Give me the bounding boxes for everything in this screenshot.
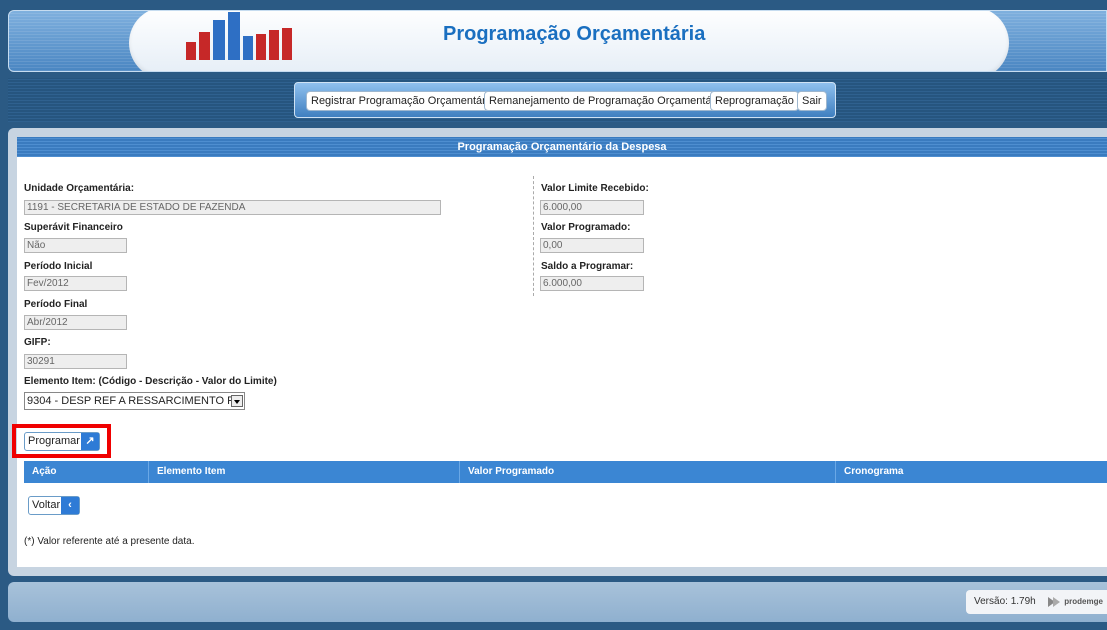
- column-divider: [533, 176, 534, 296]
- bar-chart-logo-icon: [186, 12, 292, 60]
- saldo-field: 6.000,00: [540, 276, 644, 291]
- nav-remanejamento-button[interactable]: Remanejamento de Programação Orçamentári…: [484, 91, 729, 111]
- panel-title: Programação Orçamentário da Despesa: [17, 137, 1107, 157]
- voltar-button-label: Voltar: [32, 499, 61, 511]
- grid-col-elemento-item[interactable]: Elemento Item: [148, 461, 459, 483]
- voltar-button[interactable]: Voltar ‹: [28, 496, 80, 515]
- grid-col-cronograma[interactable]: Cronograma: [835, 461, 1107, 483]
- elemento-item-label: Elemento Item: (Código - Descrição - Val…: [24, 376, 277, 387]
- elemento-item-select[interactable]: 9304 - DESP REF A RESSARCIMENTO PR: [24, 392, 245, 410]
- programar-button-label: Programar: [28, 435, 80, 447]
- prodemge-label: prodemge: [1064, 597, 1103, 607]
- programado-field: 0,00: [540, 238, 644, 253]
- version-label: Versão: 1.79h: [974, 596, 1036, 607]
- limite-field: 6.000,00: [540, 200, 644, 215]
- programado-label: Valor Programado:: [541, 222, 631, 233]
- chevron-down-icon[interactable]: [231, 395, 243, 407]
- arrow-up-right-icon: ↗: [81, 433, 99, 450]
- nav-registrar-button[interactable]: Registrar Programação Orçamentária: [306, 91, 500, 111]
- periodo-final-label: Período Final: [24, 299, 88, 310]
- elemento-item-value: 9304 - DESP REF A RESSARCIMENTO PR: [27, 395, 243, 407]
- gifp-label: GIFP:: [24, 337, 51, 348]
- superavit-field: Não: [24, 238, 127, 253]
- periodo-final-field: Abr/2012: [24, 315, 127, 330]
- grid-col-acao[interactable]: Ação: [24, 461, 148, 483]
- prodemge-logo: prodemge: [1048, 597, 1103, 607]
- nav-sair-button[interactable]: Sair: [797, 91, 827, 111]
- grid-header: Ação Elemento Item Valor Programado Cron…: [24, 461, 1107, 483]
- superavit-label: Superávit Financeiro: [24, 222, 123, 233]
- chevron-left-icon: ‹: [61, 497, 79, 514]
- periodo-inicial-label: Período Inicial: [24, 261, 93, 272]
- unidade-field: 1191 - SECRETARIA DE ESTADO DE FAZENDA: [24, 200, 441, 215]
- footnote: (*) Valor referente até a presente data.: [24, 536, 195, 547]
- saldo-label: Saldo a Programar:: [541, 261, 634, 272]
- app-title: Programação Orçamentária: [443, 23, 706, 45]
- gifp-field: 30291: [24, 354, 127, 369]
- prodemge-logo-icon: [1048, 597, 1060, 607]
- page-footer: [8, 582, 1107, 622]
- periodo-inicial-field: Fev/2012: [24, 276, 127, 291]
- grid-col-valor-programado[interactable]: Valor Programado: [459, 461, 835, 483]
- limite-label: Valor Limite Recebido:: [541, 183, 649, 194]
- unidade-label: Unidade Orçamentária:: [24, 183, 135, 194]
- nav-reprogramacao-button[interactable]: Reprogramação: [710, 91, 799, 111]
- programar-button[interactable]: Programar ↗: [24, 432, 100, 451]
